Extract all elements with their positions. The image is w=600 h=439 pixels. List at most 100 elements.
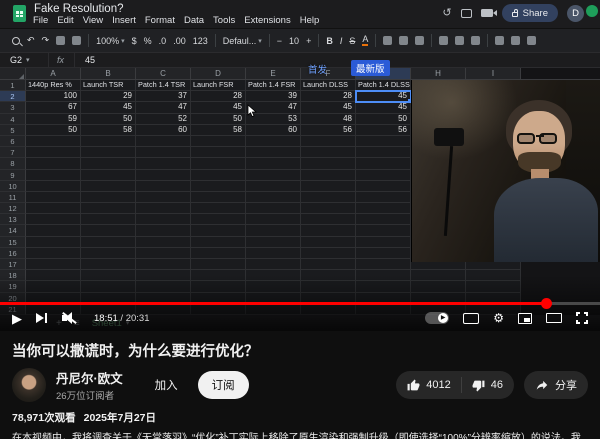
- cell-C11[interactable]: [136, 191, 191, 204]
- autoplay-toggle[interactable]: ▶: [425, 312, 450, 324]
- cell-E5[interactable]: 60: [246, 124, 301, 136]
- cell-G8[interactable]: [356, 158, 411, 170]
- cell-B17[interactable]: [81, 259, 136, 271]
- row-header-6[interactable]: 6: [0, 135, 26, 148]
- row-header-7[interactable]: 7: [0, 147, 26, 159]
- cell-F4[interactable]: 48: [301, 113, 356, 125]
- cell-A3[interactable]: 67: [26, 102, 81, 114]
- cell-G10[interactable]: [356, 180, 411, 192]
- cell-G5[interactable]: 56: [356, 124, 411, 136]
- cell-D7[interactable]: [191, 147, 246, 159]
- thumb-down-icon[interactable]: [472, 379, 485, 392]
- cell-F15[interactable]: [301, 236, 356, 248]
- row-header-9[interactable]: 9: [0, 169, 26, 181]
- bold-button[interactable]: B: [326, 36, 333, 46]
- cell-G1[interactable]: Patch 1.4 DLSS: [356, 80, 411, 92]
- cell-F5[interactable]: 56: [301, 124, 356, 136]
- cell-C14[interactable]: [136, 225, 191, 237]
- cell-B7[interactable]: [81, 147, 136, 159]
- cell-C13[interactable]: [136, 214, 191, 226]
- cell-F10[interactable]: [301, 180, 356, 192]
- cell-F1[interactable]: Launch DLSS: [301, 80, 356, 92]
- insert-comment-icon[interactable]: [511, 36, 521, 45]
- cell-C7[interactable]: [136, 147, 191, 159]
- cell-C12[interactable]: [136, 203, 191, 215]
- search-icon[interactable]: [12, 36, 20, 45]
- row-header-3[interactable]: 3: [0, 102, 26, 114]
- print-icon[interactable]: [56, 36, 66, 45]
- cell-D9[interactable]: [191, 169, 246, 181]
- cell-G15[interactable]: [356, 236, 411, 248]
- column-header-D[interactable]: D: [191, 68, 246, 79]
- cell-A5[interactable]: 50: [26, 124, 81, 136]
- cell-E9[interactable]: [246, 169, 301, 181]
- cell-E14[interactable]: [246, 225, 301, 237]
- cell-E6[interactable]: [246, 135, 301, 148]
- cell-B14[interactable]: [81, 225, 136, 237]
- increase-decimal-button[interactable]: .00: [173, 36, 186, 46]
- cell-E8[interactable]: [246, 158, 301, 170]
- cell-B11[interactable]: [81, 191, 136, 204]
- cell-C16[interactable]: [136, 247, 191, 259]
- cell-E2[interactable]: 39: [246, 91, 301, 103]
- menu-data[interactable]: Data: [184, 15, 204, 26]
- cell-D2[interactable]: 28: [191, 91, 246, 103]
- cell-A16[interactable]: [26, 247, 81, 259]
- cell-A8[interactable]: [26, 158, 81, 170]
- settings-gear-icon[interactable]: ⚙: [493, 312, 504, 324]
- cell-A10[interactable]: [26, 180, 81, 192]
- column-header-C[interactable]: C: [136, 68, 191, 79]
- cell-F6[interactable]: [301, 135, 356, 148]
- cell-D13[interactable]: [191, 214, 246, 226]
- fullscreen-button[interactable]: [576, 312, 588, 324]
- row-header-11[interactable]: 11: [0, 191, 26, 204]
- account-avatar[interactable]: D: [567, 4, 584, 22]
- cell-G4[interactable]: 50: [356, 113, 411, 125]
- cell-B3[interactable]: 45: [81, 102, 136, 114]
- cell-G11[interactable]: [356, 191, 411, 204]
- cell-E1[interactable]: Patch 1.4 FSR: [246, 80, 301, 92]
- menu-insert[interactable]: Insert: [112, 15, 136, 26]
- cell-C10[interactable]: [136, 180, 191, 192]
- cell-F11[interactable]: [301, 191, 356, 204]
- history-icon[interactable]: ↺: [442, 7, 451, 19]
- cell-A13[interactable]: [26, 214, 81, 226]
- row-header-13[interactable]: 13: [0, 214, 26, 226]
- menu-help[interactable]: Help: [300, 15, 320, 26]
- font-size-value[interactable]: 10: [289, 36, 299, 46]
- cell-C17[interactable]: [136, 259, 191, 271]
- menu-format[interactable]: Format: [145, 15, 175, 26]
- menu-view[interactable]: View: [83, 15, 103, 26]
- video-player[interactable]: Fake Resolution? File Edit View Insert Forma…: [0, 0, 600, 331]
- cell-G13[interactable]: [356, 214, 411, 226]
- menu-extensions[interactable]: Extensions: [244, 15, 290, 26]
- cell-D12[interactable]: [191, 203, 246, 215]
- cell-B5[interactable]: 58: [81, 124, 136, 136]
- cell-F9[interactable]: [301, 169, 356, 181]
- cell-E11[interactable]: [246, 191, 301, 204]
- cell-D11[interactable]: [191, 191, 246, 204]
- comment-icon[interactable]: [460, 8, 472, 18]
- miniplayer-button[interactable]: [518, 312, 532, 324]
- borders-icon[interactable]: [399, 36, 409, 45]
- merge-cells-icon[interactable]: [415, 36, 425, 45]
- italic-button[interactable]: I: [340, 36, 343, 46]
- text-color-button[interactable]: A: [362, 35, 369, 46]
- share-button[interactable]: Share: [501, 4, 558, 22]
- cell-C4[interactable]: 52: [136, 113, 191, 125]
- thumb-up-icon[interactable]: [407, 379, 420, 392]
- description-box[interactable]: 78,971次观看 2025年7月27日 在本视频中，我将调查关于《无常落羽》“…: [12, 411, 588, 439]
- text-wrap-icon[interactable]: [471, 36, 481, 45]
- cell-B13[interactable]: [81, 214, 136, 226]
- cell-B9[interactable]: [81, 169, 136, 181]
- cell-F2[interactable]: 28: [301, 91, 356, 103]
- column-header-E[interactable]: E: [246, 68, 301, 79]
- cell-D14[interactable]: [191, 225, 246, 237]
- row-header-8[interactable]: 8: [0, 158, 26, 170]
- cell-A14[interactable]: [26, 225, 81, 237]
- cell-C6[interactable]: [136, 135, 191, 148]
- cell-C5[interactable]: 60: [136, 124, 191, 136]
- row-header-2[interactable]: 2: [0, 91, 26, 103]
- font-select[interactable]: Defaul... ▾: [223, 36, 262, 46]
- paint-format-icon[interactable]: [72, 36, 82, 45]
